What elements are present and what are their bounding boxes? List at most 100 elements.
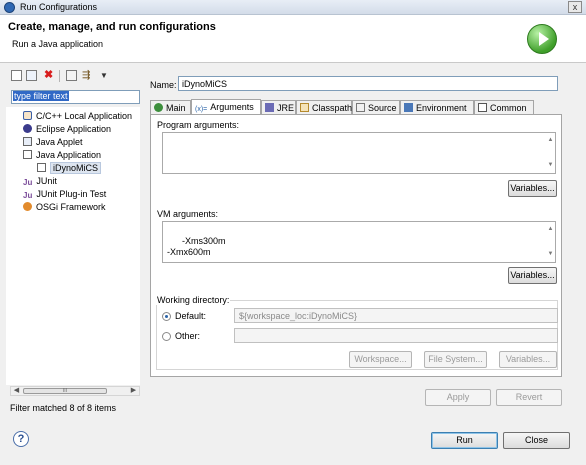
configurations-toolbar: ✖ ⇶ ▼ xyxy=(6,67,140,85)
filter-status: Filter matched 8 of 8 items xyxy=(10,403,117,413)
other-directory-field[interactable] xyxy=(234,328,558,343)
configuration-editor: Name: iDynoMiCS Main (x)= Arguments JRE C… xyxy=(145,67,567,417)
environment-tab-icon xyxy=(404,103,413,112)
dialog-subtitle: Run a Java application xyxy=(12,39,104,49)
name-input[interactable]: iDynoMiCS xyxy=(178,76,558,91)
java-applet-icon xyxy=(23,137,32,146)
tree-item-junit-plugin-test[interactable]: Ju JUnit Plug-in Test xyxy=(23,189,106,201)
view-menu-icon[interactable]: ▼ xyxy=(100,70,111,81)
scroll-up-icon[interactable]: ▲ xyxy=(546,224,555,235)
run-banner-icon xyxy=(527,24,557,54)
arguments-tab-content: Program arguments: ▲ ▼ Variables... VM a… xyxy=(150,114,562,377)
junit-icon: Ju xyxy=(23,191,33,200)
vm-arguments-scrollbar[interactable]: ▲ ▼ xyxy=(546,222,555,262)
main-tab-icon xyxy=(154,103,163,112)
window-close-button[interactable]: x xyxy=(568,1,582,13)
working-dir-variables-button[interactable]: Variables... xyxy=(499,351,557,368)
tab-main[interactable]: Main xyxy=(150,100,191,114)
vm-arguments-label: VM arguments: xyxy=(156,209,220,219)
tab-label: JRE xyxy=(277,103,295,113)
java-app-icon xyxy=(23,150,32,159)
name-label: Name: xyxy=(150,80,177,90)
tree-item-label: JUnit xyxy=(36,176,57,186)
java-app-icon xyxy=(37,163,46,172)
default-directory-field: ${workspace_loc:iDynoMiCS} xyxy=(234,308,558,323)
dialog-header: Create, manage, and run configurations R… xyxy=(0,15,586,63)
tab-label: Common xyxy=(490,103,527,113)
working-directory-label: Working directory: xyxy=(156,295,231,305)
close-button[interactable]: Close xyxy=(503,432,570,449)
apply-button[interactable]: Apply xyxy=(425,389,491,406)
default-directory-radio[interactable] xyxy=(162,312,171,321)
tree-horizontal-scrollbar[interactable]: ◀ III ▶ xyxy=(10,386,140,396)
tab-common[interactable]: Common xyxy=(474,100,534,114)
program-arguments-scrollbar[interactable]: ▲ ▼ xyxy=(546,133,555,173)
default-directory-label: Default: xyxy=(175,311,207,321)
vm-arguments-value: -Xms300m -Xmx600m xyxy=(167,236,226,257)
eclipse-app-icon xyxy=(4,2,15,13)
junit-icon: Ju xyxy=(23,178,33,187)
filter-icon[interactable]: ⇶ xyxy=(82,70,93,81)
tree-item-java-applet[interactable]: Java Applet xyxy=(23,137,83,149)
configurations-panel: ✖ ⇶ ▼ type filter text C/C++ Local Appli… xyxy=(6,67,140,417)
tab-label: Source xyxy=(368,103,397,113)
scroll-right-icon[interactable]: ▶ xyxy=(129,387,138,395)
tab-label: Arguments xyxy=(210,102,254,112)
tab-arguments[interactable]: (x)= Arguments xyxy=(191,99,261,115)
vm-arguments-textarea[interactable]: -Xms300m -Xmx600m ▲ ▼ xyxy=(162,221,556,263)
tree-item-junit[interactable]: Ju JUnit xyxy=(23,176,57,188)
duplicate-icon[interactable] xyxy=(26,70,37,81)
tab-label: Classpath xyxy=(312,103,353,113)
scroll-down-icon[interactable]: ▼ xyxy=(546,160,555,171)
scroll-left-icon[interactable]: ◀ xyxy=(12,387,21,395)
vm-variables-button[interactable]: Variables... xyxy=(508,267,557,284)
revert-button[interactable]: Revert xyxy=(496,389,562,406)
run-button[interactable]: Run xyxy=(431,432,498,449)
scroll-down-icon[interactable]: ▼ xyxy=(546,249,555,260)
program-variables-button[interactable]: Variables... xyxy=(508,180,557,197)
cpp-app-icon xyxy=(23,111,32,120)
eclipse-icon xyxy=(23,124,32,133)
filter-input[interactable]: type filter text xyxy=(11,90,140,104)
window-title-bar: Run Configurations x xyxy=(0,0,586,15)
tree-item-osgi-framework[interactable]: OSGi Framework xyxy=(23,202,106,214)
tab-classpath[interactable]: Classpath xyxy=(296,100,352,114)
other-directory-label: Other: xyxy=(175,331,201,341)
filter-input-text: type filter text xyxy=(13,91,69,101)
classpath-tab-icon xyxy=(300,103,309,112)
configuration-tree: C/C++ Local Application Eclipse Applicat… xyxy=(6,107,140,385)
tree-item-label: JUnit Plug-in Test xyxy=(36,189,107,199)
tree-item-label: C/C++ Local Application xyxy=(36,111,133,121)
tree-item-idynomics[interactable]: iDynoMiCS xyxy=(37,162,102,175)
workspace-button[interactable]: Workspace... xyxy=(349,351,412,368)
scroll-thumb[interactable]: III xyxy=(23,388,107,394)
tree-item-label: Eclipse Application xyxy=(36,124,112,134)
tree-item-label: OSGi Framework xyxy=(36,202,106,212)
tree-item-label: iDynoMiCS xyxy=(50,162,102,174)
file-system-button[interactable]: File System... xyxy=(424,351,487,368)
program-arguments-label: Program arguments: xyxy=(156,120,241,130)
scroll-up-icon[interactable]: ▲ xyxy=(546,135,555,146)
tree-item-eclipse-application[interactable]: Eclipse Application xyxy=(23,124,111,136)
source-tab-icon xyxy=(356,103,365,112)
collapse-all-icon[interactable] xyxy=(66,70,77,81)
tab-jre[interactable]: JRE xyxy=(261,100,296,114)
config-tabbar: Main (x)= Arguments JRE Classpath Source … xyxy=(150,99,562,115)
delete-icon[interactable]: ✖ xyxy=(44,70,55,81)
osgi-icon xyxy=(23,202,32,211)
dialog-title: Create, manage, and run configurations xyxy=(8,21,216,33)
jre-tab-icon xyxy=(265,103,274,112)
tree-item-java-application[interactable]: Java Application xyxy=(23,150,101,162)
toolbar-separator xyxy=(59,70,60,82)
tree-item-cpp-local-application[interactable]: C/C++ Local Application xyxy=(23,111,132,123)
other-directory-radio[interactable] xyxy=(162,332,171,341)
tab-environment[interactable]: Environment xyxy=(400,100,474,114)
common-tab-icon xyxy=(478,103,487,112)
tab-source[interactable]: Source xyxy=(352,100,400,114)
tab-label: Environment xyxy=(416,103,467,113)
tab-label: Main xyxy=(166,103,186,113)
program-arguments-textarea[interactable]: ▲ ▼ xyxy=(162,132,556,174)
new-launch-configuration-icon[interactable] xyxy=(11,70,22,81)
tree-item-label: Java Application xyxy=(36,150,102,160)
help-icon[interactable]: ? xyxy=(13,431,29,447)
